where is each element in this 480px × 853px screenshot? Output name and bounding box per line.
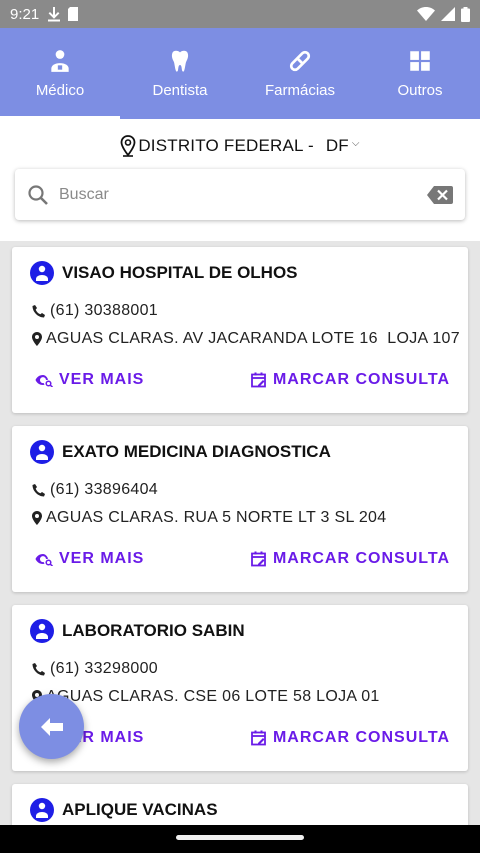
- provider-address: AGUAS CLARAS. CSE 06 LOTE 58 LOJA 01: [32, 688, 380, 706]
- search-input[interactable]: [59, 185, 427, 204]
- home-gesture-handle[interactable]: [176, 835, 304, 840]
- tab-farmacias[interactable]: Farmácias: [240, 28, 360, 119]
- calendar-edit-icon: [251, 551, 266, 567]
- download-icon: [48, 7, 61, 22]
- doctor-icon: [51, 50, 69, 72]
- phone-icon: [32, 484, 45, 497]
- battery-icon: [461, 6, 470, 22]
- phone-text: (61) 33298000: [50, 660, 158, 677]
- marcar-consulta-button[interactable]: MARCAR CONSULTA: [251, 371, 450, 389]
- provider-card: EXATO MEDICINA DIAGNOSTICA (61) 33896404…: [12, 426, 468, 592]
- category-tab-bar: Médico Dentista Farmácias Outros: [0, 28, 480, 119]
- back-fab-button[interactable]: [19, 694, 84, 759]
- clear-backspace-icon[interactable]: [427, 185, 453, 204]
- provider-name: LABORATORIO SABIN: [62, 621, 245, 640]
- phone-text: (61) 30388001: [50, 302, 158, 319]
- provider-card: VISAO HOSPITAL DE OLHOS (61) 30388001 AG…: [12, 247, 468, 413]
- search-box: [15, 169, 465, 220]
- calendar-edit-icon: [251, 372, 266, 388]
- signal-icon: [441, 7, 455, 21]
- tab-label: Outros: [397, 82, 443, 99]
- marcar-consulta-button[interactable]: MARCAR CONSULTA: [251, 729, 450, 747]
- region-selector[interactable]: DISTRITO FEDERAL - DF ⌵: [0, 135, 480, 157]
- phone-icon: [32, 663, 45, 676]
- ver-mais-button[interactable]: VER MAIS: [35, 371, 144, 389]
- location-outline-icon: [120, 135, 136, 157]
- chevron-down-icon: ⌵: [351, 137, 360, 149]
- tab-dentista[interactable]: Dentista: [120, 28, 240, 119]
- doctor-avatar-icon: [30, 261, 54, 285]
- provider-phone[interactable]: (61) 30388001: [32, 302, 158, 320]
- button-label: MARCAR CONSULTA: [272, 550, 450, 567]
- provider-phone[interactable]: (61) 33298000: [32, 660, 158, 678]
- provider-phone[interactable]: (61) 33896404: [32, 481, 158, 499]
- provider-address: AGUAS CLARAS. AV JACARANDA LOTE 16 LOJA …: [32, 330, 460, 348]
- doctor-avatar-icon: [30, 440, 54, 464]
- search-icon: [28, 184, 48, 205]
- doctor-avatar-icon: [30, 798, 54, 822]
- button-label: MARCAR CONSULTA: [272, 371, 450, 388]
- region-name: DISTRITO FEDERAL -: [138, 136, 314, 155]
- phone-icon: [32, 305, 45, 318]
- tab-label: Médico: [35, 82, 85, 99]
- provider-card: LABORATORIO SABIN (61) 33298000 AGUAS CL…: [12, 605, 468, 771]
- button-label: VER MAIS: [59, 550, 145, 567]
- tab-outros[interactable]: Outros: [360, 28, 480, 119]
- address-text: AGUAS CLARAS. RUA 5 NORTE LT 3 SL 204: [46, 509, 387, 526]
- arrow-left-icon: [40, 717, 63, 736]
- provider-name: VISAO HOSPITAL DE OLHOS: [62, 263, 298, 282]
- pill-icon: [289, 50, 311, 72]
- location-pin-icon: [32, 511, 42, 525]
- provider-name: APLIQUE VACINAS: [62, 800, 218, 819]
- status-time: 9:21: [10, 5, 40, 23]
- doctor-avatar-icon: [30, 619, 54, 643]
- tooth-icon: [171, 50, 189, 72]
- button-label: VER MAIS: [59, 371, 145, 388]
- filter-panel: DISTRITO FEDERAL - DF ⌵: [0, 119, 480, 241]
- calendar-edit-icon: [251, 730, 266, 746]
- tab-label: Dentista: [152, 82, 208, 99]
- marcar-consulta-button[interactable]: MARCAR CONSULTA: [251, 550, 450, 568]
- eye-search-icon: [35, 554, 53, 566]
- grid-icon: [410, 51, 430, 71]
- tab-medico[interactable]: Médico: [0, 28, 120, 119]
- status-bar: 9:21: [0, 0, 480, 28]
- button-label: MARCAR CONSULTA: [272, 729, 450, 746]
- provider-address: AGUAS CLARAS. RUA 5 NORTE LT 3 SL 204: [32, 509, 386, 527]
- provider-name: EXATO MEDICINA DIAGNOSTICA: [62, 442, 331, 461]
- address-text: AGUAS CLARAS. CSE 06 LOTE 58 LOJA 01: [46, 688, 380, 705]
- sd-card-icon: [68, 7, 79, 21]
- system-nav-bar: [0, 825, 480, 853]
- region-uf: DF: [325, 136, 349, 155]
- location-pin-icon: [32, 332, 42, 346]
- address-text: AGUAS CLARAS. AV JACARANDA LOTE 16 LOJA …: [46, 330, 460, 347]
- eye-search-icon: [35, 375, 53, 387]
- tab-label: Farmácias: [264, 82, 335, 99]
- phone-text: (61) 33896404: [50, 481, 158, 498]
- ver-mais-button[interactable]: VER MAIS: [35, 550, 144, 568]
- wifi-icon: [417, 7, 435, 21]
